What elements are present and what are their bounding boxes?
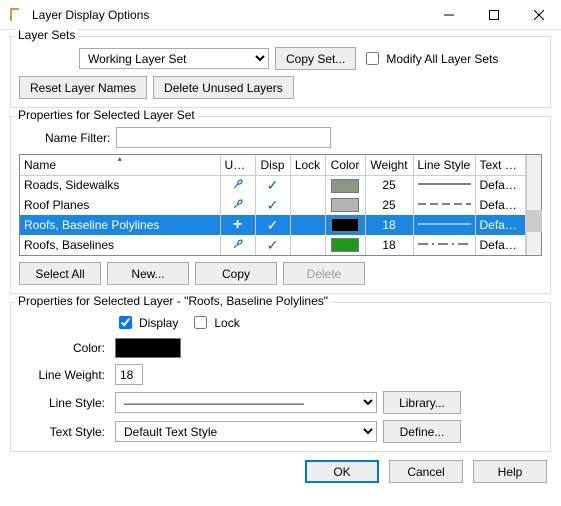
- wrench-icon: [232, 177, 244, 193]
- cell-textstyle: Default Te...: [475, 215, 526, 235]
- table-row[interactable]: Roofs, Baseline Polylines + ✓ 18 Default Te.…: [20, 215, 526, 235]
- cell-used: [220, 195, 255, 215]
- table-row[interactable]: Roads, Sidewalks ✓ 25 Default Te...: [20, 175, 526, 195]
- line-weight-input[interactable]: [115, 364, 143, 385]
- cell-linestyle[interactable]: [413, 195, 475, 215]
- cell-textstyle: Default Te...: [475, 235, 526, 255]
- cell-name: Roof Planes: [20, 195, 220, 215]
- col-lock[interactable]: Lock: [290, 155, 325, 175]
- plus-icon: +: [233, 216, 242, 233]
- wrench-icon: [232, 237, 244, 253]
- check-icon: ✓: [267, 217, 279, 233]
- cell-used: +: [220, 215, 255, 235]
- check-icon: ✓: [267, 177, 279, 193]
- name-filter-label: Name Filter:: [19, 131, 110, 145]
- scroll-thumb[interactable]: [527, 210, 542, 232]
- select-all-button[interactable]: Select All: [19, 262, 101, 285]
- cell-lock[interactable]: [290, 235, 325, 255]
- cell-disp[interactable]: ✓: [255, 195, 290, 215]
- check-icon: ✓: [267, 197, 279, 213]
- app-icon: [8, 6, 26, 24]
- copy-set-button[interactable]: Copy Set...: [275, 47, 356, 70]
- lock-label: Lock: [214, 316, 239, 330]
- lock-checkbox[interactable]: [194, 316, 207, 329]
- library-button[interactable]: Library...: [383, 391, 461, 414]
- minimize-button[interactable]: [426, 0, 471, 29]
- define-button[interactable]: Define...: [383, 420, 461, 443]
- table-row[interactable]: Roof Planes ✓ 25 Default Te...: [20, 195, 526, 215]
- cell-name: Roofs, Baseline Polylines: [20, 215, 220, 235]
- cell-disp[interactable]: ✓: [255, 235, 290, 255]
- maximize-button[interactable]: [471, 0, 516, 29]
- check-icon: ✓: [267, 237, 279, 253]
- cell-linestyle[interactable]: [413, 215, 475, 235]
- layer-props-legend: Properties for Selected Layer - "Roofs, …: [15, 294, 331, 308]
- col-weight[interactable]: Weight: [365, 155, 413, 175]
- cell-disp[interactable]: ✓: [255, 175, 290, 195]
- text-style-label: Text Style:: [19, 425, 109, 439]
- sort-asc-icon: ▴: [118, 155, 122, 163]
- cell-linestyle[interactable]: [413, 175, 475, 195]
- cell-textstyle: Default Te...: [475, 195, 526, 215]
- delete-button: Delete: [283, 262, 365, 285]
- cell-color[interactable]: [325, 235, 365, 255]
- modify-all-label: Modify All Layer Sets: [386, 52, 498, 66]
- set-props-legend: Properties for Selected Layer Set: [15, 108, 198, 122]
- cell-used: [220, 235, 255, 255]
- new-button[interactable]: New...: [107, 262, 189, 285]
- vertical-scrollbar[interactable]: [526, 155, 541, 255]
- weight-label: Line Weight:: [19, 368, 109, 382]
- col-textstyle[interactable]: Text Style: [475, 155, 526, 175]
- layer-sets-group: Layer Sets Working Layer Set Copy Set...…: [10, 36, 551, 108]
- cell-weight: 25: [365, 175, 413, 195]
- col-disp[interactable]: Disp: [255, 155, 290, 175]
- name-filter-input[interactable]: [116, 127, 331, 148]
- cell-weight: 18: [365, 235, 413, 255]
- cell-textstyle: Default Te...: [475, 175, 526, 195]
- text-style-select[interactable]: Default Text Style: [115, 421, 377, 442]
- cell-linestyle[interactable]: [413, 235, 475, 255]
- cancel-button[interactable]: Cancel: [389, 460, 463, 483]
- line-style-label: Line Style:: [19, 396, 109, 410]
- col-used[interactable]: Used: [220, 155, 255, 175]
- cell-color[interactable]: [325, 215, 365, 235]
- cell-lock[interactable]: [290, 195, 325, 215]
- modify-all-checkbox[interactable]: [366, 52, 379, 65]
- table-row[interactable]: Roofs, Baselines ✓ 18 Default Te...: [20, 235, 526, 255]
- layer-props-group: Properties for Selected Layer - "Roofs, …: [10, 302, 551, 452]
- cell-name: Roads, Sidewalks: [20, 175, 220, 195]
- display-label: Display: [139, 316, 178, 330]
- col-name[interactable]: Name▴: [20, 155, 220, 175]
- help-button[interactable]: Help: [473, 460, 547, 483]
- layer-set-select[interactable]: Working Layer Set: [79, 48, 269, 69]
- close-button[interactable]: [516, 0, 561, 29]
- cell-color[interactable]: [325, 195, 365, 215]
- ok-button[interactable]: OK: [305, 460, 379, 483]
- cell-color[interactable]: [325, 175, 365, 195]
- col-linestyle[interactable]: Line Style: [413, 155, 475, 175]
- cell-disp[interactable]: ✓: [255, 215, 290, 235]
- layer-table: Name▴ Used Disp Lock Color Weight Line S…: [19, 154, 542, 256]
- layer-sets-legend: Layer Sets: [15, 28, 78, 42]
- copy-button[interactable]: Copy: [195, 262, 277, 285]
- cell-weight: 25: [365, 195, 413, 215]
- cell-name: Roofs, Baselines: [20, 235, 220, 255]
- set-props-group: Properties for Selected Layer Set Name F…: [10, 116, 551, 294]
- cell-lock[interactable]: [290, 175, 325, 195]
- delete-unused-layers-button[interactable]: Delete Unused Layers: [153, 76, 294, 99]
- col-color[interactable]: Color: [325, 155, 365, 175]
- window-title: Layer Display Options: [32, 8, 426, 22]
- wrench-icon: [232, 197, 244, 213]
- color-label: Color:: [19, 341, 109, 355]
- color-swatch[interactable]: [115, 338, 181, 358]
- table-header-row: Name▴ Used Disp Lock Color Weight Line S…: [20, 155, 526, 175]
- display-checkbox[interactable]: [119, 316, 132, 329]
- cell-used: [220, 175, 255, 195]
- reset-layer-names-button[interactable]: Reset Layer Names: [19, 76, 147, 99]
- cell-lock[interactable]: [290, 215, 325, 235]
- cell-weight: 18: [365, 215, 413, 235]
- line-style-select[interactable]: ———————————————: [115, 392, 377, 413]
